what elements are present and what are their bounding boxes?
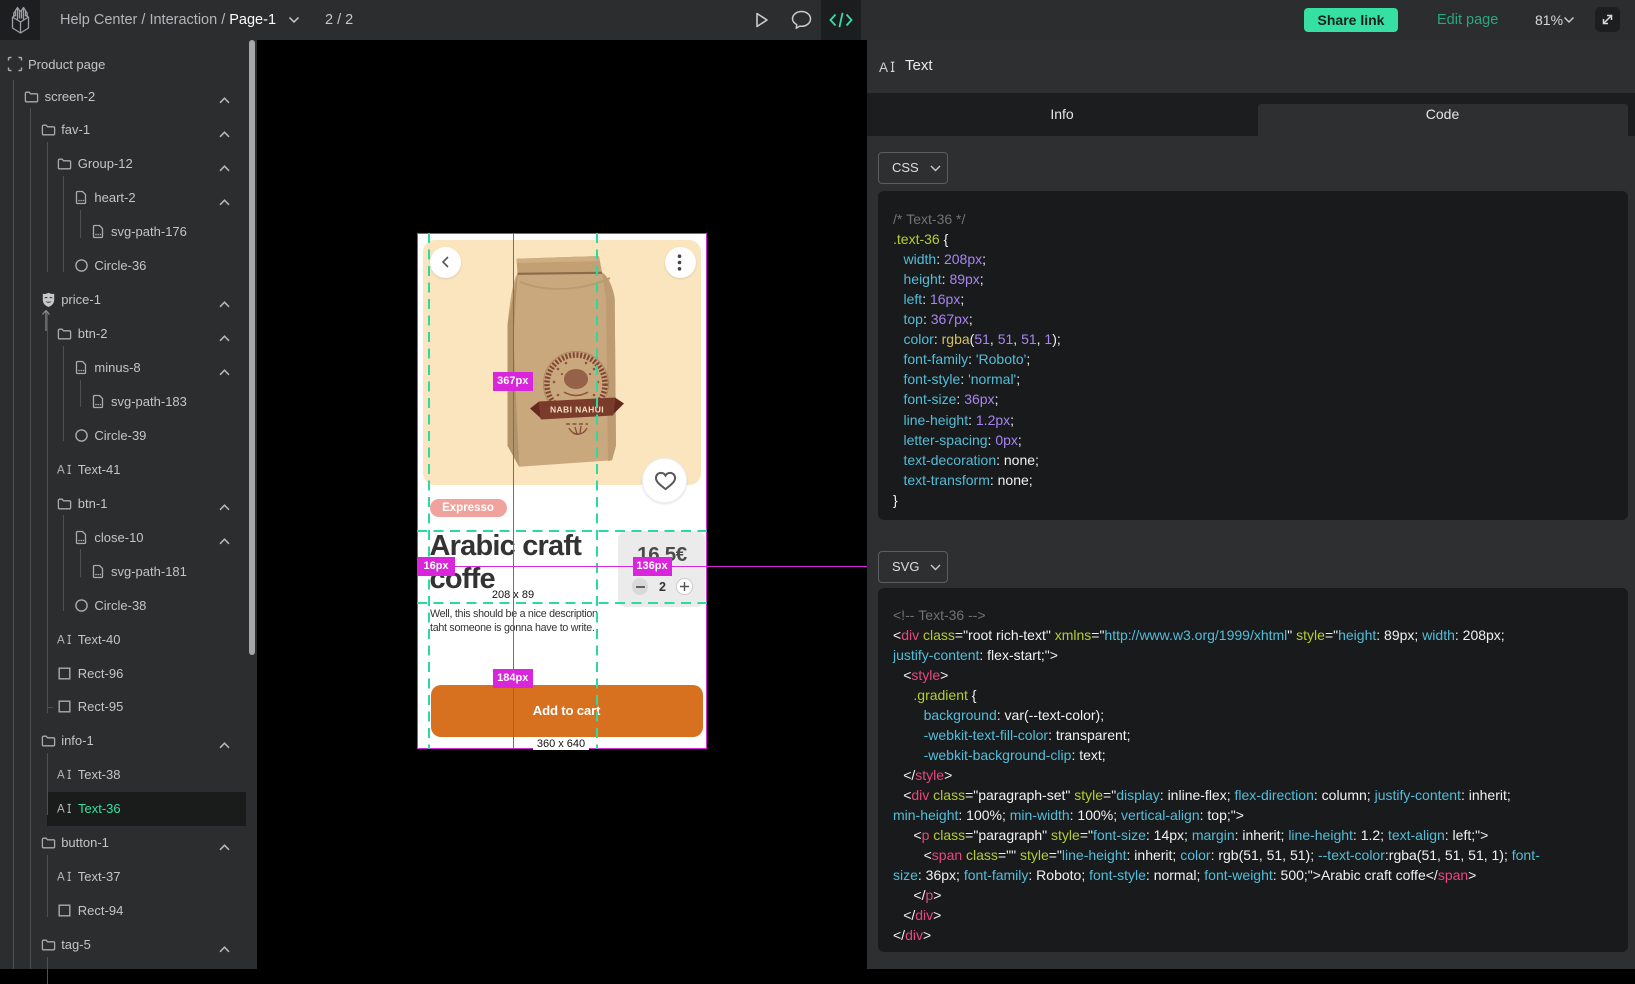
- svg-text:A: A: [57, 634, 65, 646]
- svg-text:A: A: [57, 464, 65, 476]
- svg-text:A: A: [57, 872, 65, 884]
- svg-text:A: A: [879, 60, 888, 75]
- svg-text:A: A: [57, 804, 65, 816]
- svg-text:A: A: [57, 770, 65, 782]
